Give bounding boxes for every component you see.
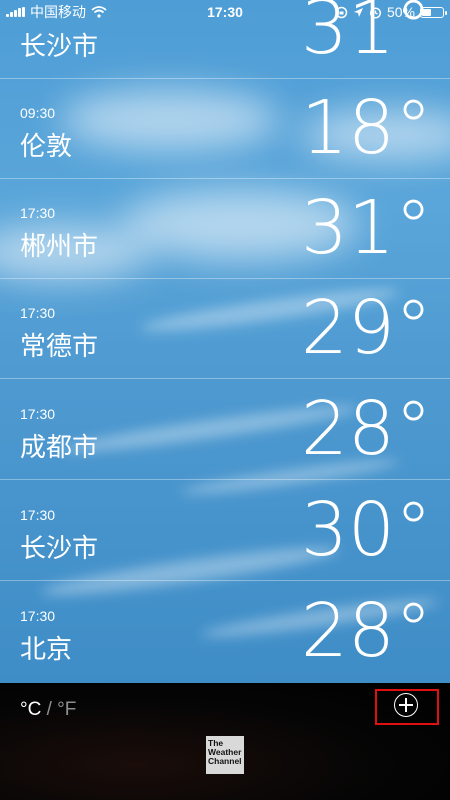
status-bar: 中国移动 17:30 50% [0,0,450,24]
celsius-label: °C [20,699,42,720]
city-name: 北京 [20,634,73,664]
signal-icon [6,7,25,17]
carrier-label: 中国移动 [30,4,86,20]
add-city-highlight [375,689,439,725]
city-time: 09:30 [20,105,56,121]
city-row[interactable]: 09:30 伦敦 18° [0,78,450,179]
city-temperature: 31° [300,185,432,271]
city-name: 成都市 [20,432,99,462]
city-row[interactable]: 17:30 长沙市 30° [0,480,450,581]
city-temperature: 30° [300,487,432,573]
city-row[interactable]: 17:30 北京 28° [0,581,450,681]
bottom-bar: °C / °F The Weather Channel [0,683,450,800]
city-name: 常德市 [20,331,99,361]
city-row[interactable]: 17:30 常德市 29° [0,278,450,379]
city-row[interactable]: 17:30 郴州市 31° [0,178,450,279]
city-time: 17:30 [20,205,56,221]
city-name: 长沙市 [20,533,99,563]
city-time: 17:30 [20,406,56,422]
battery-percentage: 50% [386,4,415,20]
add-circle-icon[interactable] [394,693,418,717]
city-row[interactable]: 17:30 成都市 28° [0,379,450,480]
rotation-lock-icon [335,6,348,18]
city-temperature: 29° [300,285,432,371]
city-temperature: 18° [300,85,432,171]
city-time: 17:30 [20,507,56,523]
city-time: 17:30 [20,608,56,624]
alarm-icon [369,6,382,19]
logo-line: Channel [208,756,242,766]
unit-separator: / [46,699,52,720]
city-temperature: 28° [300,588,432,674]
city-name: 长沙市 [20,31,99,61]
fahrenheit-label: °F [57,699,77,720]
city-name: 郴州市 [20,231,99,261]
city-temperature: 28° [300,386,432,472]
city-name: 伦敦 [20,131,73,161]
city-list[interactable]: 长沙市 31° 09:30 伦敦 18° 17:30 郴州市 31° 17:30… [0,0,450,683]
weather-channel-logo[interactable]: The Weather Channel [206,736,244,774]
city-time: 17:30 [20,305,56,321]
unit-toggle-button[interactable]: °C / °F [20,699,76,721]
wifi-icon [91,6,107,18]
location-icon [353,7,363,17]
battery-icon [420,6,447,18]
